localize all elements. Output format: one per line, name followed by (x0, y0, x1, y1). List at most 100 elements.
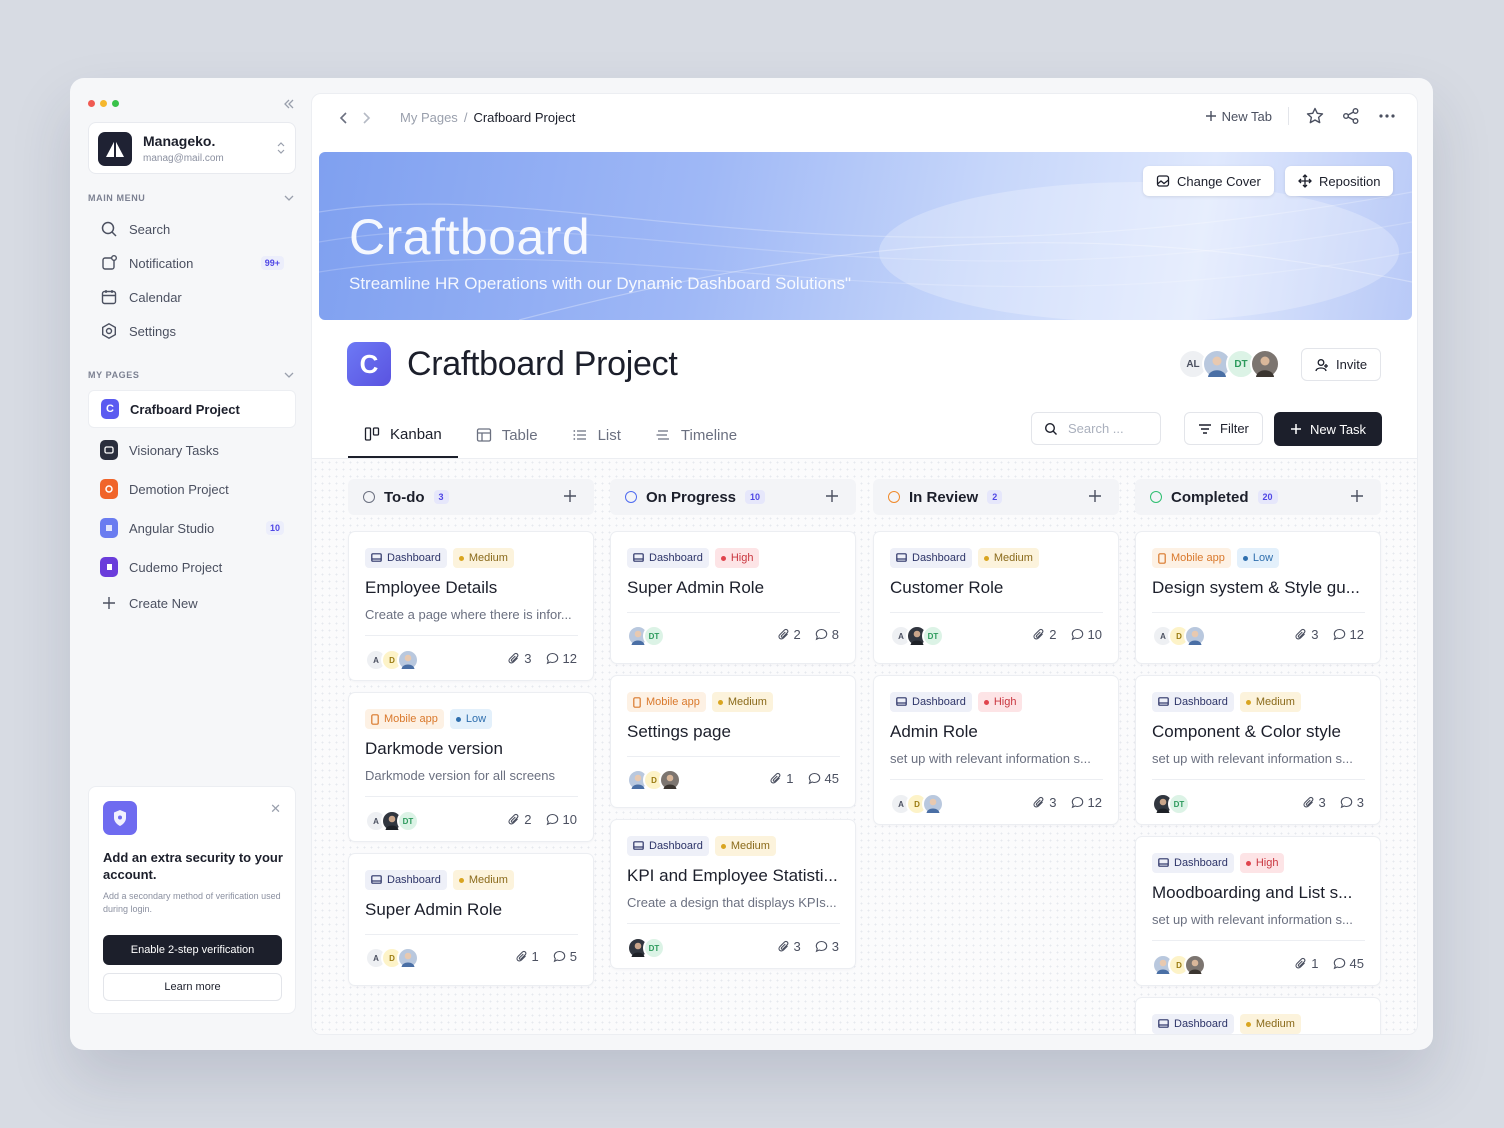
star-icon[interactable] (1305, 106, 1325, 126)
task-card[interactable]: Dashboard High Admin Role set up with relev… (873, 675, 1119, 825)
sidebar-item-cudemo-project[interactable]: Cudemo Project (88, 548, 296, 586)
sidebar-item-visionary-tasks[interactable]: Visionary Tasks (88, 431, 296, 469)
change-cover-button[interactable]: Change Cover (1143, 166, 1274, 196)
add-task-icon[interactable] (562, 488, 578, 504)
task-card[interactable]: Dashboard Medium Employee Details Create a … (348, 531, 594, 681)
task-tags: Mobile app Low (365, 709, 493, 729)
image-icon (1156, 175, 1170, 187)
task-card[interactable]: Dashboard High Super Admin Role DT 2 8 (610, 531, 856, 664)
avatar: DT (643, 625, 665, 647)
attachment-count-value: 1 (786, 771, 794, 786)
more-icon[interactable] (1377, 106, 1397, 126)
sidebar-item-label: Notification (129, 255, 194, 271)
tag-label: Mobile app (646, 696, 700, 708)
member-avatars[interactable]: AL DT (1178, 349, 1280, 379)
add-task-icon[interactable] (824, 488, 840, 504)
tag-medium: Medium (1239, 692, 1301, 712)
invite-button[interactable]: Invite (1301, 348, 1382, 381)
attachment-count: 3 (777, 939, 801, 954)
share-icon[interactable] (1341, 106, 1361, 126)
divider (627, 612, 840, 613)
add-task-icon[interactable] (1087, 488, 1103, 504)
avatar: DT (397, 810, 419, 832)
sidebar-item-demotion-project[interactable]: Demotion Project (88, 470, 296, 508)
attachment-count: 2 (777, 627, 801, 642)
breadcrumb-my-pages[interactable]: My Pages (400, 110, 458, 125)
sidebar-item-label: Cudemo Project (129, 559, 223, 575)
task-card[interactable]: Dashboard High Moodboarding and List s... s… (1135, 836, 1381, 986)
sidebar-item-search[interactable]: Search (88, 212, 296, 246)
tag-label: Dashboard (912, 552, 966, 564)
task-description: set up with relevant information s... (1152, 912, 1353, 927)
task-tags: Mobile app Medium (627, 692, 773, 712)
sidebar-item-settings[interactable]: Settings (88, 314, 296, 348)
priority-dot (1245, 699, 1251, 705)
demotion-page-icon (100, 479, 118, 499)
sidebar-item-calendar[interactable]: Calendar (88, 280, 296, 314)
tag-medium: Medium (452, 870, 514, 890)
sidebar-item-crafboard-project[interactable]: C Crafboard Project (88, 390, 296, 428)
minimize-window-dot[interactable] (100, 100, 107, 107)
visionary-page-icon (100, 440, 118, 460)
tab-list[interactable]: List (556, 412, 637, 458)
close-window-dot[interactable] (88, 100, 95, 107)
task-card[interactable]: Mobile app Low Design system & Style gu...… (1135, 531, 1381, 664)
tag-label: Medium (468, 874, 508, 886)
filter-button[interactable]: Filter (1184, 412, 1263, 445)
back-arrow-icon[interactable] (338, 110, 350, 126)
chevron-down-icon[interactable] (283, 369, 295, 381)
attachment-count: 2 (508, 812, 532, 827)
task-title: Settings page (627, 722, 731, 741)
tab-timeline[interactable]: Timeline (639, 412, 753, 458)
avatar: DT (1168, 793, 1190, 815)
learn-more-button[interactable]: Learn more (103, 973, 282, 1001)
tag-label: Dashboard (912, 696, 966, 708)
sidebar-item-angular-studio[interactable]: Angular Studio 10 (88, 509, 296, 547)
chevron-down-icon[interactable] (283, 192, 295, 204)
close-icon[interactable]: ✕ (270, 801, 281, 817)
comment-icon (808, 772, 820, 785)
collapse-sidebar-icon[interactable] (281, 96, 297, 112)
dashboard-icon (1158, 1019, 1169, 1028)
attachment-count-value: 2 (793, 627, 801, 642)
board-search-input[interactable]: Search ... (1031, 412, 1161, 445)
tab-label: Table (501, 426, 538, 444)
task-card[interactable]: Mobile app Medium Settings page D 1 45 (610, 675, 856, 808)
attachment-count: 2 (1033, 627, 1057, 642)
task-meta: 33 (1302, 795, 1364, 810)
gear-icon (100, 322, 118, 340)
tab-table[interactable]: Table (460, 412, 554, 458)
new-task-button[interactable]: New Task (1274, 412, 1382, 446)
task-card[interactable]: Dashboard Medium (1135, 997, 1381, 1034)
column-header: On Progress 10 (610, 479, 856, 515)
forward-arrow-icon[interactable] (360, 110, 372, 126)
account-switcher[interactable]: Manageko. manag@mail.com (88, 122, 296, 174)
comment-count-value: 12 (1087, 795, 1102, 810)
task-card[interactable]: Dashboard Medium Component & Color style se… (1135, 675, 1381, 825)
comment-count: 3 (1340, 795, 1364, 810)
create-new-button[interactable]: Create New (88, 586, 296, 620)
new-tab-button[interactable]: New Tab (1205, 109, 1272, 124)
task-card[interactable]: Dashboard Medium Super Admin Role A D 1 5 (348, 853, 594, 986)
timeline-icon (656, 430, 669, 440)
assignee-avatars: AD (365, 649, 419, 671)
comment-icon (1340, 796, 1353, 809)
status-ring-icon (625, 491, 637, 503)
task-card[interactable]: Dashboard Medium Customer Role A DT 2 10 (873, 531, 1119, 664)
attachment-count-value: 3 (1311, 627, 1319, 642)
attachment-count-value: 2 (524, 812, 532, 827)
tag-label: Dashboard (387, 552, 441, 564)
reposition-label: Reposition (1319, 173, 1381, 189)
page-icon-wrap: C (101, 399, 119, 419)
task-card[interactable]: Dashboard Medium KPI and Employee Statisti… (610, 819, 856, 969)
task-card[interactable]: Mobile app Low Darkmode version Darkmode ve… (348, 692, 594, 842)
divider (890, 612, 1103, 613)
task-tags: Dashboard Medium (1152, 692, 1301, 712)
tab-kanban[interactable]: Kanban (348, 412, 458, 458)
maximize-window-dot[interactable] (112, 100, 119, 107)
add-task-icon[interactable] (1349, 488, 1365, 504)
reposition-button[interactable]: Reposition (1285, 166, 1394, 196)
attachment-count-value: 1 (531, 949, 539, 964)
enable-2fa-button[interactable]: Enable 2-step verification (103, 935, 282, 965)
sidebar-item-notification[interactable]: Notification 99+ (88, 246, 296, 280)
